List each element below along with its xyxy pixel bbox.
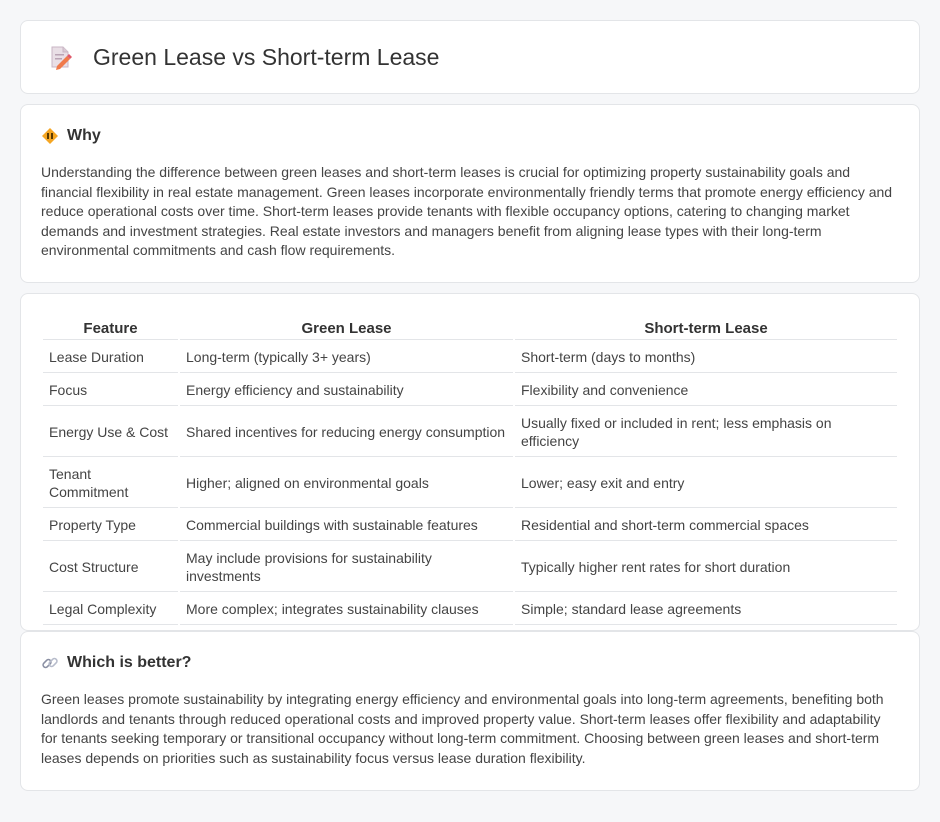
- why-text: Understanding the difference between gre…: [41, 164, 893, 258]
- table-row: Energy Use & Cost Shared incentives for …: [43, 408, 897, 457]
- table-cell-feature: Focus: [43, 375, 178, 406]
- table-row: Cost Structure May include provisions fo…: [43, 543, 897, 592]
- link-icon: [41, 654, 59, 672]
- table-cell-feature: Legal Complexity: [43, 594, 178, 625]
- table-row: Tenant Commitment Higher; aligned on env…: [43, 459, 897, 508]
- table-row: Lease Duration Long-term (typically 3+ y…: [43, 342, 897, 373]
- table-cell-short: Simple; standard lease agreements: [515, 594, 897, 625]
- table-cell-short: Flexibility and convenience: [515, 375, 897, 406]
- why-title: Why: [67, 127, 101, 144]
- comparison-table: Feature Green Lease Short-term Lease Lea…: [41, 314, 899, 627]
- which-is-better-section: Which is better? Green leases promote su…: [20, 631, 920, 791]
- table-cell-feature: Tenant Commitment: [43, 459, 178, 508]
- better-title: Which is better?: [67, 654, 192, 671]
- why-section: Why Understanding the difference between…: [20, 104, 920, 283]
- table-cell-feature: Property Type: [43, 510, 178, 541]
- document-pencil-icon: [47, 44, 73, 70]
- table-cell-short: Usually fixed or included in rent; less …: [515, 408, 897, 457]
- table-cell-feature: Lease Duration: [43, 342, 178, 373]
- table-cell-feature: Cost Structure: [43, 543, 178, 592]
- table-row: Legal Complexity More complex; integrate…: [43, 594, 897, 625]
- table-cell-green: Commercial buildings with sustainable fe…: [180, 510, 513, 541]
- table-header-feature: Feature: [43, 316, 178, 340]
- table-cell-feature: Energy Use & Cost: [43, 408, 178, 457]
- table-cell-green: May include provisions for sustainabilit…: [180, 543, 513, 592]
- table-row: Property Type Commercial buildings with …: [43, 510, 897, 541]
- table-cell-short: Short-term (days to months): [515, 342, 897, 373]
- table-header-row: Feature Green Lease Short-term Lease: [43, 316, 897, 340]
- why-heading: Why: [41, 127, 899, 145]
- table-cell-short: Typically higher rent rates for short du…: [515, 543, 897, 592]
- table-cell-green: More complex; integrates sustainability …: [180, 594, 513, 625]
- page-header: Green Lease vs Short-term Lease: [20, 20, 920, 94]
- table-cell-green: Higher; aligned on environmental goals: [180, 459, 513, 508]
- table-cell-green: Long-term (typically 3+ years): [180, 342, 513, 373]
- table-cell-green: Shared incentives for reducing energy co…: [180, 408, 513, 457]
- table-cell-short: Residential and short-term commercial sp…: [515, 510, 897, 541]
- table-cell-green: Energy efficiency and sustainability: [180, 375, 513, 406]
- table-row: Focus Energy efficiency and sustainabili…: [43, 375, 897, 406]
- table-cell-short: Lower; easy exit and entry: [515, 459, 897, 508]
- better-text: Green leases promote sustainability by i…: [41, 691, 884, 766]
- table-header-short-term-lease: Short-term Lease: [515, 316, 897, 340]
- diamond-warning-icon: [41, 127, 59, 145]
- page-title: Green Lease vs Short-term Lease: [93, 43, 440, 70]
- better-heading: Which is better?: [41, 654, 899, 672]
- table-header-green-lease: Green Lease: [180, 316, 513, 340]
- comparison-table-card: Feature Green Lease Short-term Lease Lea…: [20, 293, 920, 631]
